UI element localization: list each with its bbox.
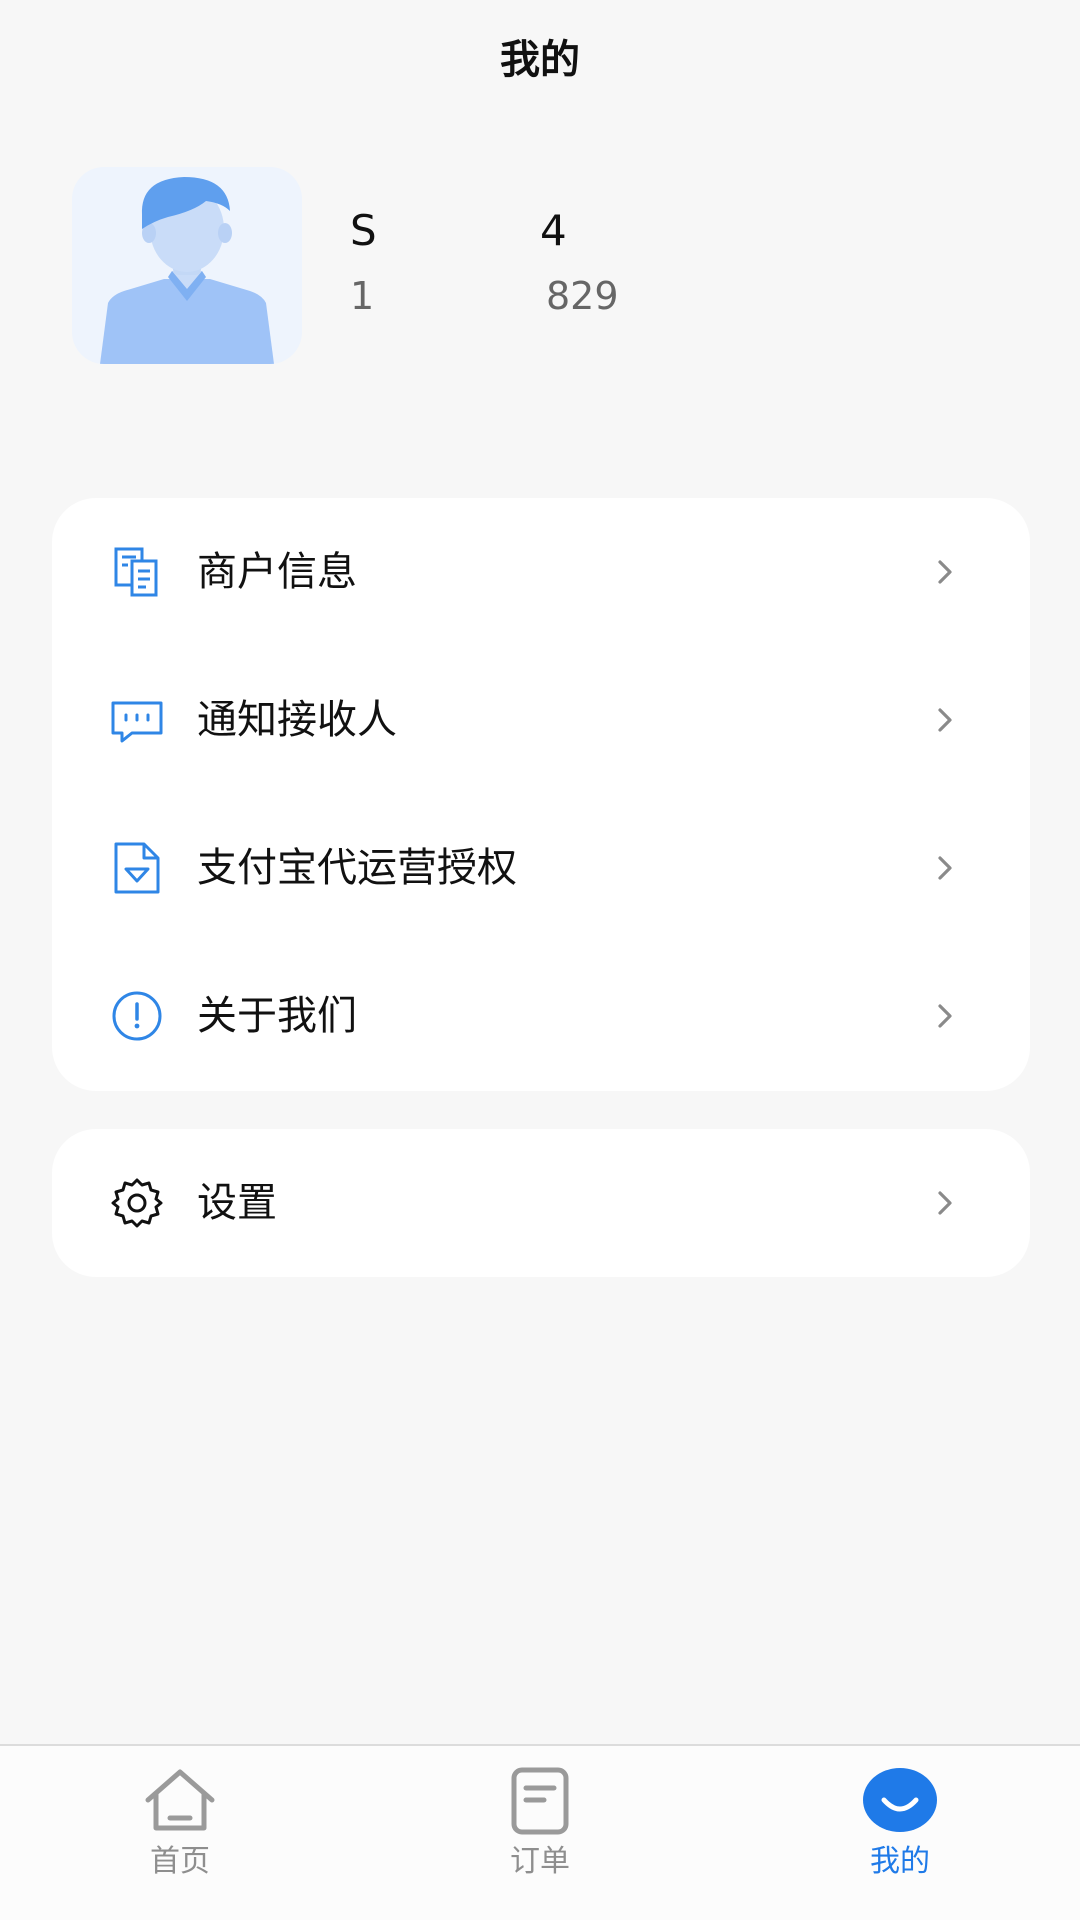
menu-item-about-us[interactable]: 关于我们 bbox=[52, 942, 1030, 1090]
chevron-right-icon bbox=[938, 560, 952, 584]
tab-label: 订单 bbox=[510, 1844, 570, 1879]
gear-icon bbox=[111, 1178, 163, 1228]
chevron-right-icon bbox=[938, 1191, 952, 1215]
menu-item-label: 商户信息 bbox=[197, 549, 357, 595]
settings-card: 设置 bbox=[52, 1129, 1030, 1277]
tab-home[interactable]: 首页 bbox=[80, 1766, 280, 1906]
menu-item-label: 通知接收人 bbox=[197, 697, 397, 743]
order-icon bbox=[511, 1767, 569, 1835]
menu-item-label: 设置 bbox=[197, 1180, 277, 1226]
avatar-illustration-icon bbox=[100, 177, 274, 364]
chevron-right-icon bbox=[938, 708, 952, 732]
user-name-start: S bbox=[350, 206, 377, 255]
profile-section[interactable]: S 4 1 829 bbox=[72, 167, 650, 364]
bottom-tab-bar: 首页 订单 我的 bbox=[0, 1744, 1080, 1920]
chevron-right-icon bbox=[938, 1004, 952, 1028]
user-name-end: 4 bbox=[540, 206, 567, 255]
menu-item-merchant-info[interactable]: 商户信息 bbox=[52, 498, 1030, 646]
tab-orders[interactable]: 订单 bbox=[440, 1766, 640, 1906]
tab-label: 我的 bbox=[870, 1844, 930, 1879]
profile-text: S 4 1 829 bbox=[350, 203, 650, 321]
menu-item-notification-receiver[interactable]: 通知接收人 bbox=[52, 646, 1030, 794]
user-name: S 4 bbox=[350, 203, 650, 259]
user-phone: 1 829 bbox=[350, 271, 650, 321]
menu-card: 商户信息 通知接收人 支付宝代运营授权 关于我们 bbox=[52, 498, 1030, 1091]
user-phone-start: 1 bbox=[350, 274, 375, 318]
chevron-right-icon bbox=[938, 856, 952, 880]
page-title: 我的 bbox=[500, 37, 580, 83]
user-phone-end: 829 bbox=[546, 274, 619, 318]
tab-mine[interactable]: 我的 bbox=[800, 1766, 1000, 1906]
menu-item-alipay-authorization[interactable]: 支付宝代运营授权 bbox=[52, 794, 1030, 942]
home-icon bbox=[145, 1769, 215, 1831]
authorization-file-icon bbox=[114, 842, 160, 894]
tab-label: 首页 bbox=[150, 1844, 210, 1879]
info-circle-icon bbox=[112, 991, 162, 1041]
smile-icon bbox=[863, 1768, 937, 1832]
menu-item-label: 支付宝代运营授权 bbox=[197, 845, 517, 891]
merchant-document-icon bbox=[114, 547, 158, 597]
chat-bubble-icon bbox=[111, 701, 163, 743]
page: 我的 S 4 1 829 商户信息 通知接收人 支付宝代运营授权 关于我们 设置… bbox=[0, 0, 1080, 1920]
menu-item-settings[interactable]: 设置 bbox=[52, 1129, 1030, 1277]
avatar[interactable] bbox=[72, 167, 302, 364]
menu-item-label: 关于我们 bbox=[197, 993, 357, 1039]
